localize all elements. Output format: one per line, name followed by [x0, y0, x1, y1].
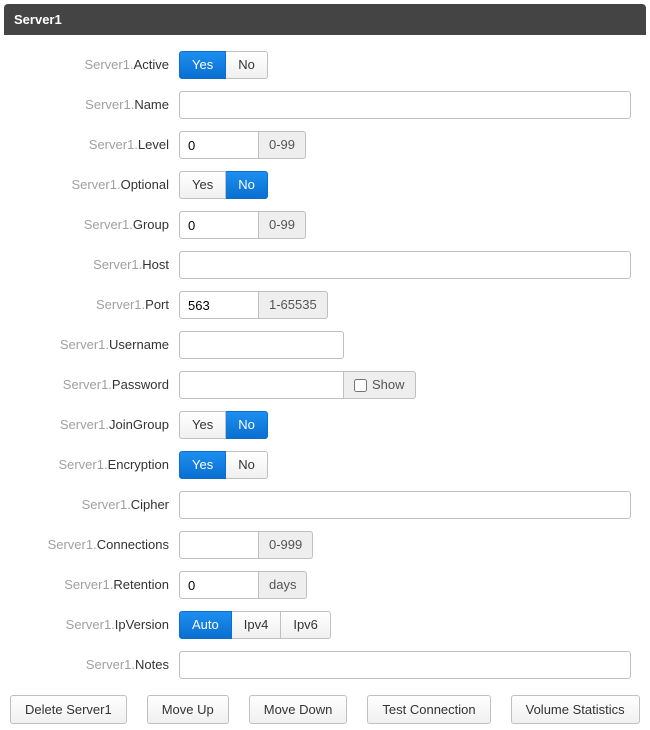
- row-name: Server1.Name: [4, 91, 646, 119]
- row-port: Server1.Port 1-65535: [4, 291, 646, 319]
- move-down-button[interactable]: Move Down: [249, 695, 348, 724]
- cipher-input[interactable]: [179, 491, 631, 519]
- label-host: Server1.Host: [4, 251, 179, 279]
- row-username: Server1.Username: [4, 331, 646, 359]
- row-joingroup: Server1.JoinGroup Yes No: [4, 411, 646, 439]
- row-notes: Server1.Notes: [4, 651, 646, 679]
- group-addon: 0-99: [259, 211, 306, 239]
- retention-addon: days: [259, 571, 307, 599]
- active-yes-button[interactable]: Yes: [179, 51, 226, 79]
- level-input[interactable]: [179, 131, 259, 159]
- username-input[interactable]: [179, 331, 344, 359]
- level-addon: 0-99: [259, 131, 306, 159]
- label-ipversion: Server1.IpVersion: [4, 611, 179, 639]
- row-host: Server1.Host: [4, 251, 646, 279]
- label-active: Server1.Active: [4, 51, 179, 79]
- label-name: Server1.Name: [4, 91, 179, 119]
- row-active: Server1.Active Yes No: [4, 51, 646, 79]
- password-show-checkbox[interactable]: [354, 379, 367, 392]
- encryption-yes-button[interactable]: Yes: [179, 451, 226, 479]
- label-retention: Server1.Retention: [4, 571, 179, 599]
- host-input[interactable]: [179, 251, 631, 279]
- name-input[interactable]: [179, 91, 631, 119]
- row-ipversion: Server1.IpVersion Auto Ipv4 Ipv6: [4, 611, 646, 639]
- notes-input[interactable]: [179, 651, 631, 679]
- row-encryption: Server1.Encryption Yes No: [4, 451, 646, 479]
- encryption-no-button[interactable]: No: [226, 451, 268, 479]
- row-cipher: Server1.Cipher: [4, 491, 646, 519]
- label-level: Server1.Level: [4, 131, 179, 159]
- label-connections: Server1.Connections: [4, 531, 179, 559]
- active-no-button[interactable]: No: [226, 51, 268, 79]
- label-password: Server1.Password: [4, 371, 179, 399]
- row-connections: Server1.Connections 0-999: [4, 531, 646, 559]
- label-username: Server1.Username: [4, 331, 179, 359]
- ipversion-auto-button[interactable]: Auto: [179, 611, 232, 639]
- password-show-addon[interactable]: Show: [344, 371, 416, 399]
- ipversion-ipv4-button[interactable]: Ipv4: [232, 611, 282, 639]
- optional-yes-button[interactable]: Yes: [179, 171, 226, 199]
- ipversion-toggle[interactable]: Auto Ipv4 Ipv6: [179, 611, 331, 639]
- label-joingroup: Server1.JoinGroup: [4, 411, 179, 439]
- volume-statistics-button[interactable]: Volume Statistics: [511, 695, 640, 724]
- label-encryption: Server1.Encryption: [4, 451, 179, 479]
- joingroup-toggle[interactable]: Yes No: [179, 411, 268, 439]
- port-input[interactable]: [179, 291, 259, 319]
- label-group: Server1.Group: [4, 211, 179, 239]
- row-retention: Server1.Retention days: [4, 571, 646, 599]
- password-input[interactable]: [179, 371, 344, 399]
- row-optional: Server1.Optional Yes No: [4, 171, 646, 199]
- retention-input[interactable]: [179, 571, 259, 599]
- optional-no-button[interactable]: No: [226, 171, 268, 199]
- connections-addon: 0-999: [259, 531, 313, 559]
- password-show-label: Show: [372, 377, 405, 393]
- port-addon: 1-65535: [259, 291, 328, 319]
- ipversion-ipv6-button[interactable]: Ipv6: [281, 611, 331, 639]
- label-optional: Server1.Optional: [4, 171, 179, 199]
- joingroup-yes-button[interactable]: Yes: [179, 411, 226, 439]
- row-level: Server1.Level 0-99: [4, 131, 646, 159]
- row-group: Server1.Group 0-99: [4, 211, 646, 239]
- label-cipher: Server1.Cipher: [4, 491, 179, 519]
- move-up-button[interactable]: Move Up: [147, 695, 229, 724]
- group-input[interactable]: [179, 211, 259, 239]
- panel-header: Server1: [4, 4, 646, 35]
- label-port: Server1.Port: [4, 291, 179, 319]
- encryption-toggle[interactable]: Yes No: [179, 451, 268, 479]
- joingroup-no-button[interactable]: No: [226, 411, 268, 439]
- optional-toggle[interactable]: Yes No: [179, 171, 268, 199]
- label-notes: Server1.Notes: [4, 651, 179, 679]
- test-connection-button[interactable]: Test Connection: [367, 695, 490, 724]
- footer-buttons: Delete Server1 Move Up Move Down Test Co…: [4, 691, 646, 724]
- connections-input[interactable]: [179, 531, 259, 559]
- active-toggle[interactable]: Yes No: [179, 51, 268, 79]
- delete-server-button[interactable]: Delete Server1: [10, 695, 127, 724]
- row-password: Server1.Password Show: [4, 371, 646, 399]
